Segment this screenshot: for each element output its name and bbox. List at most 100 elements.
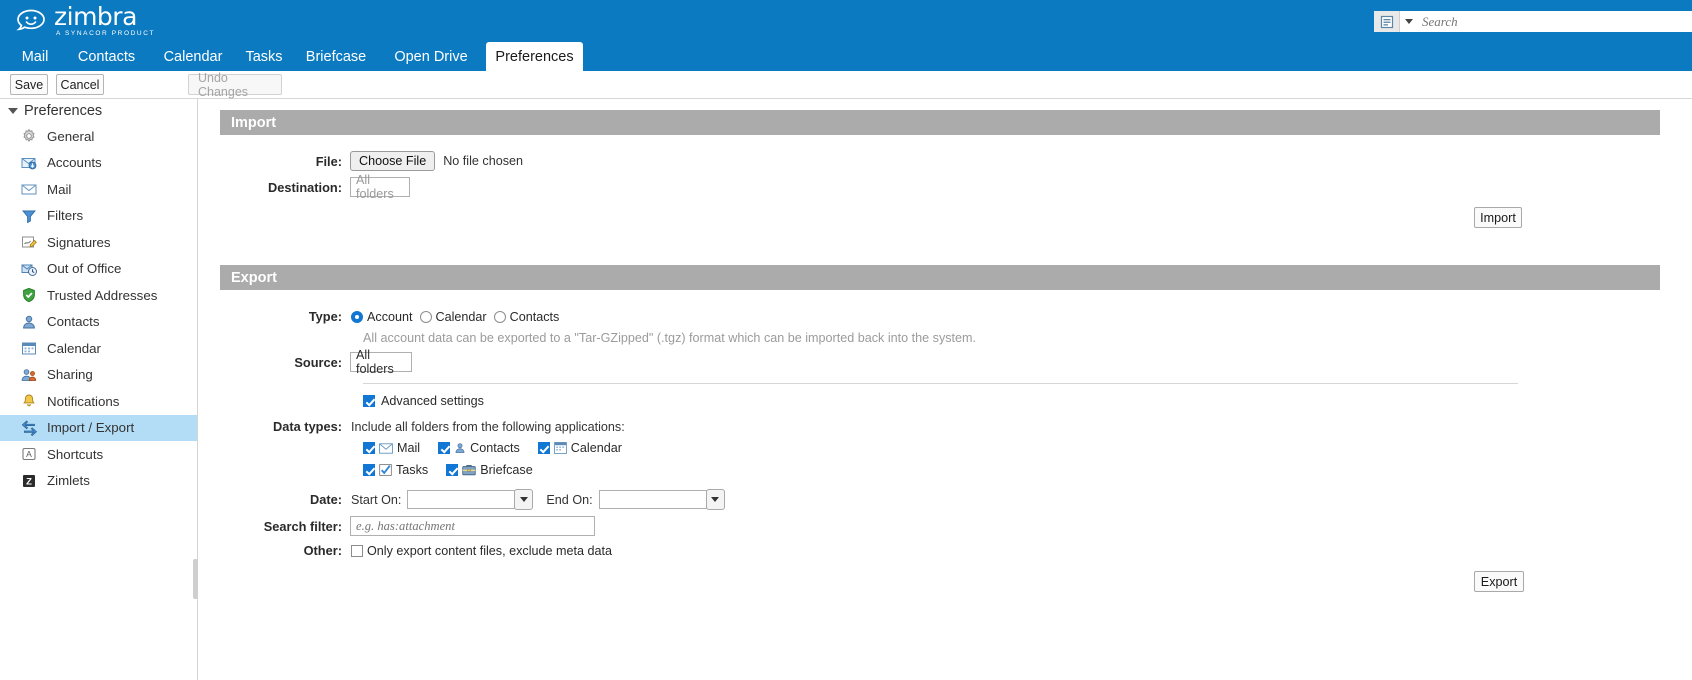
radio-calendar[interactable]	[419, 310, 432, 323]
calendar-icon	[553, 442, 567, 454]
exclude-meta-data-checkbox[interactable]	[351, 544, 363, 557]
export-date-row: Date: Start On: End On:	[198, 489, 725, 510]
sidebar-item-trusted-addresses[interactable]: Trusted Addresses	[0, 282, 197, 309]
export-section-header: Export	[220, 265, 1660, 290]
sidebar-item-accounts[interactable]: Accounts	[0, 150, 197, 177]
end-on-label: End On:	[546, 492, 593, 507]
bell-icon	[20, 393, 38, 410]
choose-file-button[interactable]: Choose File	[350, 151, 436, 171]
sidebar-item-label: Contacts	[47, 314, 100, 330]
data-type-label: Calendar	[570, 441, 622, 455]
checkbox-tasks[interactable]	[363, 464, 375, 476]
end-on-calendar-dropdown[interactable]	[705, 489, 725, 510]
export-other-row: Other: Only export content files, exclud…	[198, 543, 612, 558]
sidebar-item-label: Out of Office	[47, 261, 122, 277]
search-type-icon[interactable]	[1374, 11, 1400, 32]
checkbox-contacts[interactable]	[438, 442, 451, 454]
other-option[interactable]: Only export content files, exclude meta …	[351, 544, 612, 558]
sidebar-item-label: Shortcuts	[47, 446, 104, 462]
type-hint-text: All account data can be exported to a "T…	[363, 331, 977, 345]
date-label: Date:	[310, 492, 342, 507]
logo-wordmark: zimbra	[54, 2, 137, 31]
sidebar-item-general[interactable]: General	[0, 123, 197, 150]
sidebar-item-mail[interactable]: Mail	[0, 176, 197, 203]
tab-preferences[interactable]: Preferences	[486, 42, 583, 71]
tab-open-drive[interactable]: Open Drive	[381, 42, 481, 71]
advanced-settings-row[interactable]: Advanced settings	[363, 394, 484, 408]
checkbox-calendar[interactable]	[537, 442, 550, 454]
svg-text:A: A	[26, 449, 32, 459]
top-bar: zimbra A SYNACOR PRODUCT	[0, 0, 1692, 42]
type-option-account[interactable]: Account	[351, 310, 413, 324]
sidebar-item-label: Sharing	[47, 367, 93, 383]
advanced-settings-checkbox[interactable]	[363, 395, 375, 407]
export-button[interactable]: Export	[1474, 571, 1524, 592]
data-types-row-1: Mail Contacts Calendar	[363, 441, 622, 455]
contact-icon	[20, 313, 38, 330]
other-label: Other:	[303, 543, 342, 558]
save-button[interactable]: Save	[10, 74, 48, 95]
data-type-calendar[interactable]: Calendar	[537, 441, 622, 455]
tab-calendar[interactable]: Calendar	[152, 42, 234, 71]
data-types-label: Data types:	[273, 419, 342, 434]
radio-account[interactable]	[351, 310, 363, 323]
sidebar-item-filters[interactable]: Filters	[0, 203, 197, 230]
type-option-contacts[interactable]: Contacts	[493, 310, 559, 324]
sharing-icon	[20, 366, 38, 383]
sidebar-item-label: General	[47, 128, 95, 144]
other-option-label: Only export content files, exclude meta …	[367, 543, 613, 558]
shortcuts-icon: A	[20, 446, 38, 463]
destination-folder-picker[interactable]: All folders	[350, 173, 410, 201]
data-type-mail[interactable]: Mail	[363, 441, 420, 455]
sidebar-item-sharing[interactable]: Sharing	[0, 362, 197, 389]
preferences-sidebar: Preferences General Accounts Mail Filter…	[0, 99, 198, 680]
search-dropdown-caret-icon[interactable]	[1405, 19, 1413, 24]
import-button[interactable]: Import	[1474, 207, 1522, 228]
checkbox-mail[interactable]	[363, 442, 375, 454]
data-type-briefcase[interactable]: Briefcase	[446, 463, 533, 477]
import-destination-row: Destination: All folders	[198, 173, 618, 201]
checkbox-briefcase[interactable]	[446, 464, 459, 476]
mail-list-icon	[1380, 15, 1393, 28]
data-type-label: Contacts	[470, 441, 520, 455]
tab-briefcase[interactable]: Briefcase	[295, 42, 377, 71]
sidebar-item-zimlets[interactable]: Z Zimlets	[0, 468, 197, 495]
svg-text:Z: Z	[26, 476, 32, 487]
sidebar-item-notifications[interactable]: Notifications	[0, 388, 197, 415]
data-types-row-2: Tasks Briefcase	[363, 463, 533, 477]
tab-tasks[interactable]: Tasks	[238, 42, 290, 71]
type-option-label: Calendar	[435, 309, 487, 324]
search-filter-input[interactable]	[350, 516, 595, 536]
cancel-button[interactable]: Cancel	[56, 74, 104, 95]
start-on-calendar-dropdown[interactable]	[514, 489, 534, 510]
sidebar-item-label: Signatures	[47, 234, 111, 250]
end-on-input[interactable]	[598, 490, 707, 509]
export-type-row: Type: Account Calendar Contacts	[198, 309, 560, 324]
tab-contacts[interactable]: Contacts	[67, 42, 146, 71]
sidebar-item-import-export[interactable]: Import / Export	[0, 414, 197, 441]
sidebar-header[interactable]: Preferences	[0, 99, 197, 123]
sidebar-item-shortcuts[interactable]: A Shortcuts	[0, 441, 197, 468]
search-input[interactable]	[1420, 12, 1692, 31]
destination-label: Destination:	[268, 179, 342, 195]
radio-contacts[interactable]	[493, 310, 506, 323]
type-option-calendar[interactable]: Calendar	[419, 309, 487, 324]
search-bar[interactable]	[1374, 11, 1692, 32]
start-on-input[interactable]	[407, 490, 516, 509]
chevron-down-icon[interactable]	[8, 108, 18, 114]
sidebar-item-signatures[interactable]: Signatures	[0, 229, 197, 256]
source-folder-picker[interactable]: All folders	[350, 348, 412, 376]
export-source-row: Source: All folders	[198, 348, 412, 376]
signature-icon	[20, 234, 38, 251]
out-of-office-icon	[20, 260, 38, 277]
tab-mail[interactable]: Mail	[10, 42, 60, 71]
sidebar-item-calendar[interactable]: Calendar	[0, 335, 197, 362]
data-type-contacts[interactable]: Contacts	[438, 441, 520, 455]
sidebar-item-out-of-office[interactable]: Out of Office	[0, 256, 197, 283]
preferences-toolbar: Save Cancel Undo Changes	[0, 71, 1692, 99]
data-type-tasks[interactable]: Tasks	[363, 463, 428, 477]
logo-tagline: A SYNACOR PRODUCT	[56, 30, 156, 37]
file-label: File:	[315, 153, 342, 169]
sidebar-item-contacts[interactable]: Contacts	[0, 309, 197, 336]
task-check-icon	[379, 464, 392, 476]
